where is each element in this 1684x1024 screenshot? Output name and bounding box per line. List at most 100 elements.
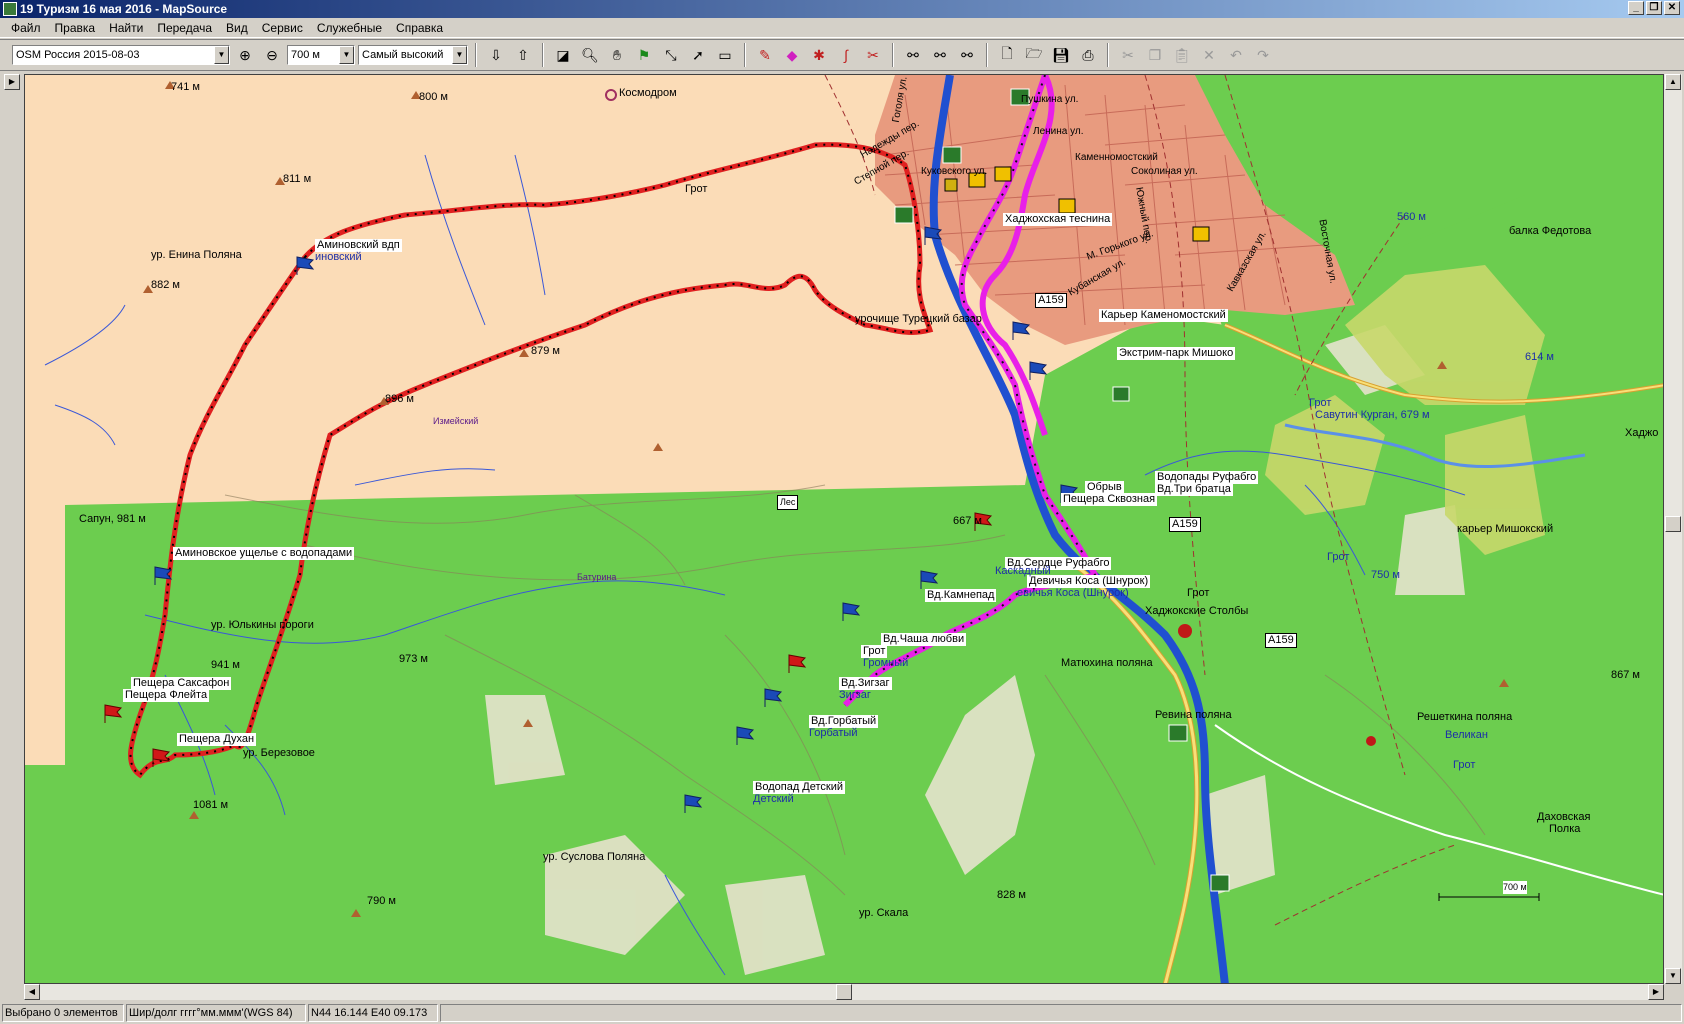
waypoint-sublabel: Зигзаг — [839, 689, 871, 701]
find-button[interactable]: ⚯ — [901, 43, 925, 67]
paste-button[interactable]: 📋︎ — [1170, 43, 1194, 67]
scroll-down-icon[interactable]: ▼ — [1665, 968, 1681, 984]
waypoint-label[interactable]: Аминовское ущелье с водопадами — [173, 547, 355, 560]
measure-tool-button[interactable]: ▭ — [713, 43, 737, 67]
status-selection: Выбрано 0 элементов — [2, 1004, 124, 1022]
waypoint-label[interactable]: Вд.Чаша любви — [881, 633, 967, 646]
restore-button[interactable]: ❐ — [1646, 1, 1662, 15]
peak-label: 828 м — [997, 889, 1026, 901]
save-icon: 💾︎ — [1052, 46, 1070, 63]
track-draw-icon: ∫ — [844, 47, 848, 63]
waypoint-sublabel: Каскадный — [995, 565, 1051, 577]
waypoint-label[interactable]: Карьер Каменомостский — [1099, 309, 1228, 322]
menu-utilities[interactable]: Служебные — [310, 18, 389, 38]
map-tool-button[interactable]: ◪ — [551, 43, 575, 67]
close-button[interactable]: ✕ — [1664, 1, 1680, 15]
send-to-device-button[interactable]: ⇧ — [511, 43, 535, 67]
peak-label: 879 м — [531, 345, 560, 357]
chevron-down-icon[interactable]: ▼ — [452, 46, 467, 64]
mapsource-app-icon — [3, 2, 17, 16]
place-label: урочище Турецкий базар — [855, 313, 982, 325]
chevron-down-icon[interactable]: ▼ — [339, 46, 354, 64]
toolbar-separator — [1107, 43, 1109, 67]
scroll-up-icon[interactable]: ▲ — [1665, 74, 1681, 90]
status-coordinates: N44 16.144 E40 09.173 — [308, 1004, 438, 1022]
print-button[interactable]: ⎙ — [1076, 43, 1100, 67]
map-product-select[interactable]: OSM Россия 2015-08-03 ▼ — [12, 45, 230, 65]
find-places-button[interactable]: ⚯ — [928, 43, 952, 67]
horizontal-scroll-thumb[interactable] — [836, 984, 852, 1000]
waypoint-label[interactable]: Экстрим-парк Мишоко — [1117, 347, 1236, 360]
scroll-left-icon[interactable]: ◀ — [24, 984, 40, 1000]
print-icon: ⎙ — [1082, 46, 1094, 63]
waypoint-tool-button[interactable]: ⚑ — [632, 43, 656, 67]
map-view[interactable]: 741 м 800 м Космодром 811 м ур. Енина По… — [24, 74, 1664, 984]
vertical-scroll-thumb[interactable] — [1665, 516, 1681, 532]
route-tool-icon: ⤡ — [665, 46, 677, 63]
waypoint-label[interactable]: Вд.Три братца — [1155, 483, 1233, 496]
waypoint-label[interactable]: Хаджохская теснина — [1003, 213, 1113, 226]
detail-level-select[interactable]: Самый высокий ▼ — [358, 45, 468, 65]
undo-button[interactable]: ↶ — [1224, 43, 1248, 67]
zoom-tool-button[interactable]: 🔍︎ — [578, 43, 602, 67]
open-button[interactable]: 🗁︎ — [1022, 43, 1046, 67]
menu-transfer[interactable]: Передача — [150, 18, 219, 38]
menu-bar: Файл Правка Найти Передача Вид Сервис Сл… — [0, 18, 1684, 38]
delete-button[interactable]: ✕ — [1197, 43, 1221, 67]
toolbar-separator — [475, 43, 477, 67]
receive-from-device-button[interactable]: ⇩ — [484, 43, 508, 67]
eraser-icon: ◆ — [786, 46, 798, 63]
track-select-button[interactable]: ✱ — [807, 43, 831, 67]
select-tool-button[interactable]: ➚ — [686, 43, 710, 67]
route-tool-button[interactable]: ⤡ — [659, 43, 683, 67]
peak-label: 1081 м — [193, 799, 229, 811]
stream-label: Измейский — [433, 416, 479, 426]
place-label: Матюхина поляна — [1061, 657, 1153, 669]
cut-button[interactable]: ✂ — [1116, 43, 1140, 67]
waypoint-label[interactable]: Пещера Духан — [177, 733, 257, 746]
vertical-scrollbar[interactable]: ▲ ▼ — [1664, 74, 1682, 984]
waypoint-label[interactable]: Вд.Камнепад — [925, 589, 997, 602]
find-address-button[interactable]: ⚯ — [955, 43, 979, 67]
waypoint-edit-button[interactable]: ✎ — [753, 43, 777, 67]
minimize-button[interactable]: _ — [1628, 1, 1644, 15]
waypoint-tool-icon: ⚑ — [637, 46, 651, 63]
side-panel-toggle[interactable]: ▶ — [2, 74, 22, 984]
menu-find[interactable]: Найти — [102, 18, 150, 38]
scroll-right-icon[interactable]: ▶ — [1648, 984, 1664, 1000]
detail-level-value: Самый высокий — [362, 49, 444, 61]
zoom-in-button[interactable]: ⊕ — [233, 43, 257, 67]
hand-tool-button[interactable]: ✋︎ — [605, 43, 629, 67]
save-button[interactable]: 💾︎ — [1049, 43, 1073, 67]
place-label: ур. Енина Поляна — [151, 249, 242, 261]
expand-panel-icon[interactable]: ▶ — [4, 74, 20, 90]
menu-tools[interactable]: Сервис — [255, 18, 310, 38]
waypoint-label[interactable]: Пещера Сквозная — [1061, 493, 1158, 506]
menu-view[interactable]: Вид — [219, 18, 255, 38]
waypoint-sublabel: Громный — [863, 657, 909, 669]
zoom-out-icon: ⊖ — [266, 46, 278, 63]
menu-help[interactable]: Справка — [389, 18, 450, 38]
menu-edit[interactable]: Правка — [48, 18, 103, 38]
pencil-icon: ✎ — [759, 46, 771, 63]
chevron-down-icon[interactable]: ▼ — [214, 46, 229, 64]
peak-label: 882 м — [151, 279, 180, 291]
track-draw-button[interactable]: ∫ — [834, 43, 858, 67]
eraser-button[interactable]: ◆ — [780, 43, 804, 67]
road-shield: А159 — [1265, 633, 1297, 648]
peak-label: 667 м — [953, 515, 982, 527]
place-label: Грот — [1187, 587, 1210, 599]
new-button[interactable]: 🗋︎ — [995, 43, 1019, 67]
place-label: ур. Юлькины пороги — [211, 619, 314, 631]
zoom-out-button[interactable]: ⊖ — [260, 43, 284, 67]
new-file-icon: 🗋︎ — [1001, 45, 1013, 61]
waypoint-label[interactable]: Пещера Флейта — [123, 689, 210, 702]
copy-button[interactable]: ❐ — [1143, 43, 1167, 67]
menu-file[interactable]: Файл — [4, 18, 48, 38]
map-tool-icon: ◪ — [556, 46, 570, 63]
redo-button[interactable]: ↷ — [1251, 43, 1275, 67]
place-label: Космодром — [619, 87, 677, 99]
track-cut-button[interactable]: ✂ — [861, 43, 885, 67]
horizontal-scrollbar[interactable]: ◀ ▶ — [24, 984, 1664, 1000]
zoom-scale-select[interactable]: 700 м ▼ — [287, 45, 355, 65]
